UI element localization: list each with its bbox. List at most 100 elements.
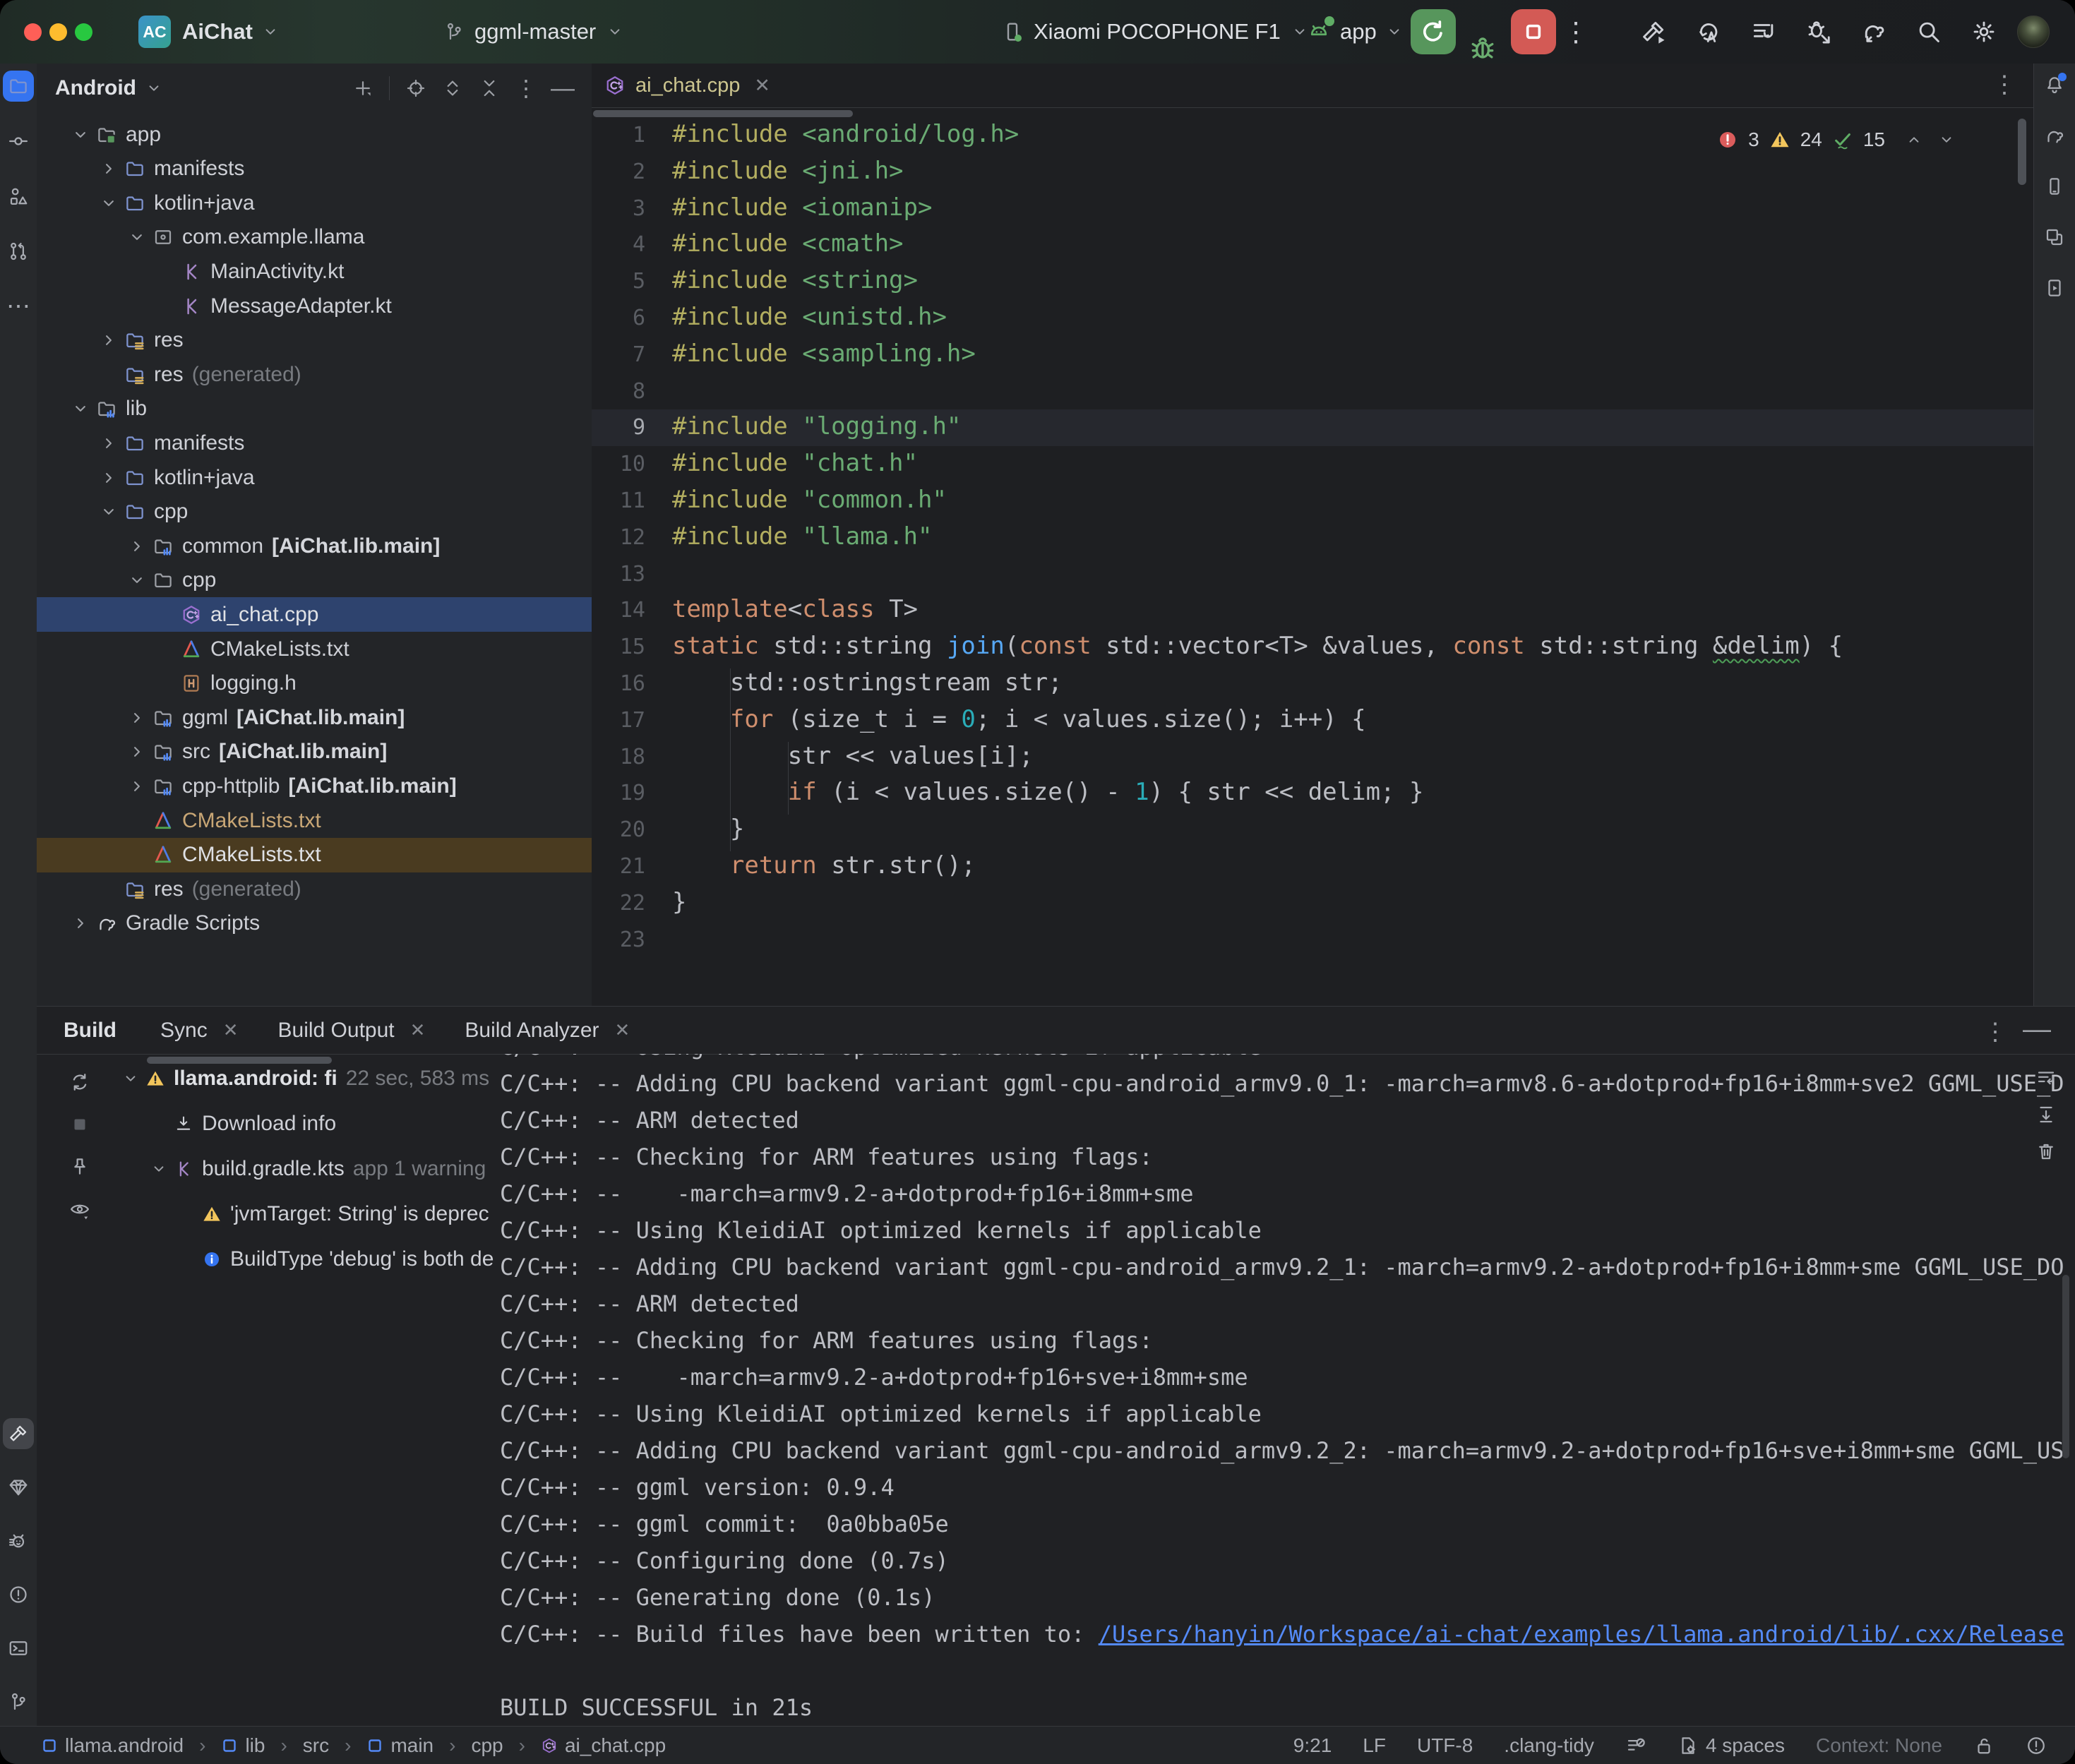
tree-item-res[interactable]: res xyxy=(37,323,592,358)
chevron-right-icon[interactable] xyxy=(99,468,119,488)
soft-wrap-icon[interactable] xyxy=(2035,1067,2057,1088)
tab-close-icon[interactable]: ✕ xyxy=(615,1019,630,1041)
code-line[interactable]: #include <string> xyxy=(672,266,918,294)
tree-item-res[interactable]: res(generated) xyxy=(37,872,592,906)
tab-build-analyzer[interactable]: Build Analyzer xyxy=(465,1019,599,1043)
tree-item-common[interactable]: common[AiChat.lib.main] xyxy=(37,529,592,563)
minimize-icon[interactable]: — xyxy=(552,78,573,99)
code-line[interactable]: #include "chat.h" xyxy=(672,449,918,477)
tool-stripe-running-devices[interactable] xyxy=(2039,272,2070,304)
chevron-down-icon[interactable] xyxy=(99,502,119,522)
code-line[interactable]: for (size_t i = 0; i < values.size(); i+… xyxy=(672,705,1366,733)
hammer-play-icon[interactable] xyxy=(1640,18,1667,45)
indent-setting[interactable]: 4 spaces xyxy=(1678,1734,1785,1757)
tree-item-cmakelists-txt[interactable]: CMakeLists.txt xyxy=(37,632,592,666)
lock-open-icon[interactable] xyxy=(1973,1735,1995,1756)
build-options-kebab[interactable]: ⋮ xyxy=(1983,1018,2007,1046)
analyzer-status[interactable]: .clang-tidy xyxy=(1504,1734,1594,1757)
code-line[interactable]: } xyxy=(672,815,744,843)
chevron-right-icon[interactable] xyxy=(127,708,147,728)
search-icon[interactable] xyxy=(1915,18,1942,45)
plus-icon[interactable] xyxy=(352,78,373,99)
tree-item-com-example-llama[interactable]: com.example.llama xyxy=(37,220,592,255)
code-line[interactable]: #include "common.h" xyxy=(672,486,947,514)
tool-stripe-bell[interactable] xyxy=(2039,69,2070,100)
line-ending[interactable]: LF xyxy=(1363,1734,1386,1757)
project-view-selector[interactable]: Android xyxy=(55,76,136,100)
build-tree-item[interactable]: llama.android: fi22 sec, 583 ms xyxy=(121,1067,489,1091)
tree-item-cmakelists-txt[interactable]: CMakeLists.txt xyxy=(37,838,592,872)
breadcrumb-item[interactable]: cpp xyxy=(471,1734,503,1757)
tab-close-icon[interactable]: ✕ xyxy=(223,1019,239,1041)
collapse-all-icon[interactable] xyxy=(479,78,500,99)
console-file-link[interactable]: /Users/hanyin/Workspace/ai-chat/examples… xyxy=(1099,1621,2064,1648)
excl-circle-icon[interactable] xyxy=(2026,1735,2047,1756)
file-settings-icon[interactable] xyxy=(1678,1735,1699,1756)
code-line[interactable]: static std::string join(const std::vecto… xyxy=(672,632,1843,660)
chevron-down-icon[interactable] xyxy=(127,570,147,590)
chevron-right-icon[interactable] xyxy=(127,742,147,762)
tool-stripe-gem[interactable] xyxy=(3,1472,34,1503)
tree-item-manifests[interactable]: manifests xyxy=(37,426,592,460)
inspections-widget[interactable]: 3 24 15 xyxy=(1717,128,1956,151)
build-tree-item[interactable]: build.gradle.ktsapp 1 warning xyxy=(121,1157,486,1181)
run-config-selector[interactable]: app xyxy=(1306,0,1404,64)
tool-stripe-gradle[interactable] xyxy=(2039,120,2070,151)
chevron-down-icon[interactable] xyxy=(71,399,90,419)
project-selector[interactable]: AiChat xyxy=(182,0,280,64)
build-console[interactable]: C/C++: -- Using KleidiAI optimized kerne… xyxy=(500,1054,2075,1727)
tree-item-logging-h[interactable]: logging.h xyxy=(37,666,592,701)
tool-stripe-hammer[interactable] xyxy=(3,1418,34,1449)
refactor-icon[interactable] xyxy=(1695,18,1722,45)
build-variants-icon[interactable] xyxy=(1750,18,1777,45)
refresh-icon[interactable] xyxy=(69,1072,90,1093)
tool-stripe-problems[interactable] xyxy=(3,1579,34,1610)
chevron-down-icon[interactable] xyxy=(150,1160,168,1178)
hide-build-window-icon[interactable]: — xyxy=(2023,1014,2051,1045)
more-actions-kebab[interactable]: ⋮ xyxy=(1562,13,1590,51)
debug-button[interactable] xyxy=(1467,32,1498,64)
eye-icon[interactable] xyxy=(69,1199,90,1220)
rerun-button[interactable] xyxy=(1411,9,1456,54)
code-line[interactable]: template<class T> xyxy=(672,595,918,623)
user-avatar[interactable] xyxy=(2017,16,2050,48)
chevron-down-icon[interactable] xyxy=(121,1069,140,1088)
tree-item-ai-chat-cpp[interactable]: ai_chat.cpp xyxy=(37,597,592,632)
tab-build-output[interactable]: Build Output xyxy=(278,1019,395,1043)
kebab-icon[interactable]: ⋮ xyxy=(515,78,537,99)
breadcrumb-item[interactable]: ai_chat.cpp xyxy=(541,1734,666,1757)
editor-scrollbar-thumb[interactable] xyxy=(2018,119,2026,185)
vcs-branch-selector[interactable]: ggml-master xyxy=(443,0,624,64)
prev-problem-icon[interactable] xyxy=(1905,131,1923,149)
chevron-right-icon[interactable] xyxy=(99,330,119,350)
chevron-down-icon[interactable] xyxy=(99,193,119,213)
gear-icon[interactable] xyxy=(1971,18,1997,45)
tree-item-manifests[interactable]: manifests xyxy=(37,152,592,186)
build-window-title[interactable]: Build xyxy=(64,1019,116,1043)
tool-stripe-logcat-cat[interactable] xyxy=(3,1525,34,1556)
code-line[interactable]: #include <android/log.h> xyxy=(672,120,1019,148)
tab-close-icon[interactable]: ✕ xyxy=(410,1019,426,1041)
tool-stripe-structure[interactable] xyxy=(3,181,34,212)
build-tree-item[interactable]: 'jvmTarget: String' is deprec xyxy=(121,1202,489,1226)
breadcrumb-item[interactable]: main xyxy=(366,1734,433,1757)
pin-icon[interactable] xyxy=(69,1156,90,1177)
scroll-end-icon[interactable] xyxy=(2035,1104,2057,1125)
expand-all-icon[interactable] xyxy=(442,78,463,99)
tree-item-lib[interactable]: lib xyxy=(37,392,592,426)
chevron-down-icon[interactable] xyxy=(127,227,147,247)
code-line[interactable]: #include "llama.h" xyxy=(672,522,932,551)
tree-item-kotlin-java[interactable]: kotlin+java xyxy=(37,460,592,495)
code-line[interactable]: #include <cmath> xyxy=(672,229,904,258)
tree-item-cpp[interactable]: cpp xyxy=(37,563,592,598)
chevron-down-icon[interactable] xyxy=(71,125,90,145)
tree-item-res[interactable]: res(generated) xyxy=(37,357,592,392)
stop-button[interactable] xyxy=(1511,9,1556,54)
tool-stripe-branch[interactable] xyxy=(3,1686,34,1717)
build-tree-item[interactable]: Download info xyxy=(121,1112,336,1136)
editor-tab-options-kebab[interactable]: ⋮ xyxy=(1992,71,2016,99)
caret-position[interactable]: 9:21 xyxy=(1293,1734,1332,1757)
chevron-right-icon[interactable] xyxy=(99,159,119,179)
code-line[interactable]: #include <unistd.h> xyxy=(672,303,947,331)
code-line[interactable]: return str.str(); xyxy=(672,851,976,880)
